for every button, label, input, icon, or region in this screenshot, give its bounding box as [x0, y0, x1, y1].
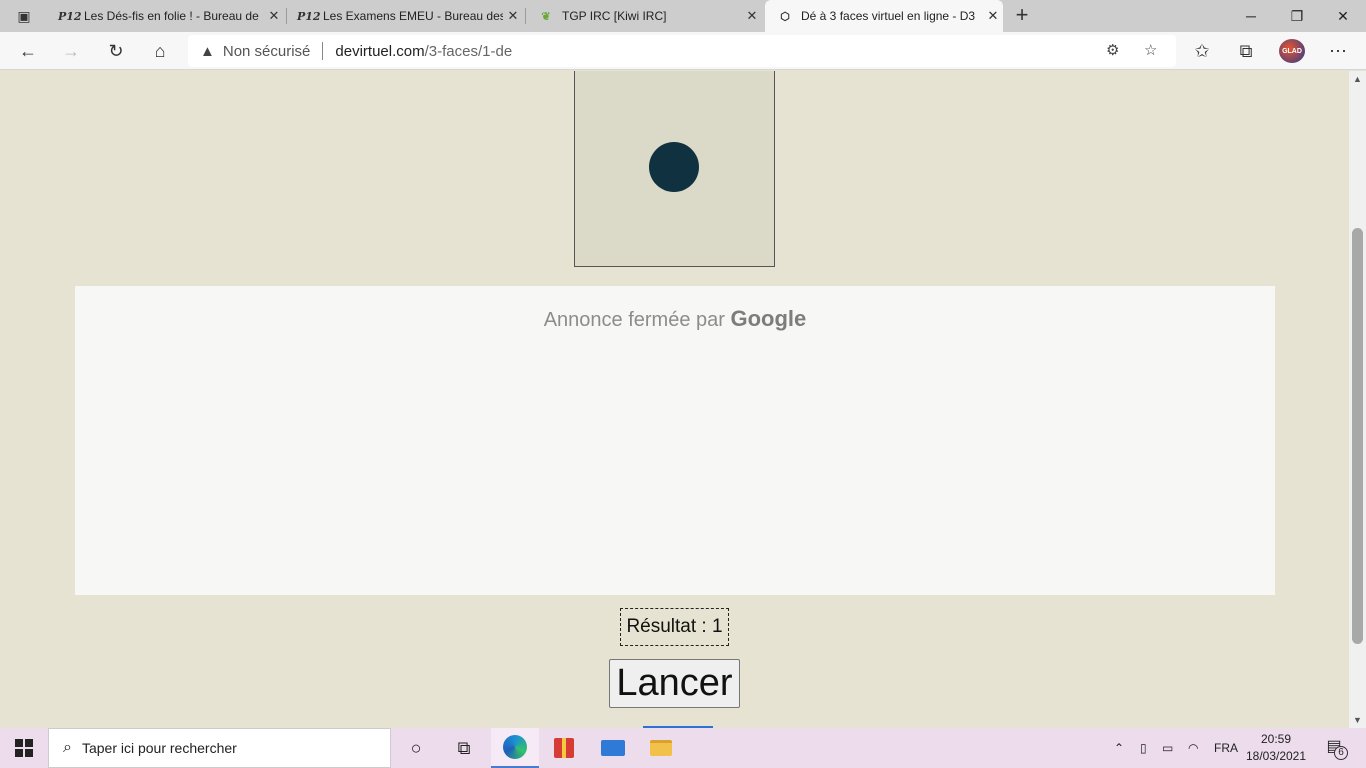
gift-icon — [554, 738, 574, 758]
cortana-icon[interactable]: ○ — [392, 728, 440, 768]
folder-icon — [650, 740, 672, 756]
notification-center[interactable]: ▤ 6 — [1320, 736, 1348, 760]
tab-strip: ▣ P12 Les Dés-fis en folie ! - Bureau de… — [0, 0, 1366, 32]
close-icon[interactable]: ✕ — [264, 8, 284, 24]
show-hidden-icons[interactable]: ⌃ — [1114, 728, 1124, 768]
mail-icon — [601, 740, 625, 756]
tab-title: Dé à 3 faces virtuel en ligne - D3 — [801, 9, 976, 23]
vertical-scrollbar[interactable]: ▲ ▼ — [1349, 71, 1366, 728]
taskbar-explorer[interactable] — [637, 728, 685, 768]
close-window-button[interactable]: ✕ — [1320, 0, 1366, 32]
windows-logo-icon — [15, 739, 33, 757]
leaf-icon: ❦ — [541, 9, 551, 23]
tab-des-fis[interactable]: P12 Les Dés-fis en folie ! - Bureau de ✕ — [48, 0, 284, 32]
tab-title: Les Examens EMEU - Bureau des — [323, 9, 503, 23]
more-options-icon[interactable]: ⋯ — [1324, 38, 1352, 64]
warning-icon[interactable]: ▲ — [200, 43, 215, 60]
scroll-thumb[interactable] — [1352, 228, 1363, 644]
add-favorite-icon[interactable]: ☆ — [1144, 41, 1157, 59]
die-pip — [649, 142, 699, 192]
address-divider — [322, 42, 324, 60]
new-tab-button[interactable]: + — [1010, 4, 1034, 28]
home-button[interactable]: ⌂ — [146, 38, 174, 64]
minimize-button[interactable]: ─ — [1228, 0, 1274, 32]
security-status[interactable]: Non sécurisé — [223, 43, 311, 60]
ad-container: Annonce fermée par Google — [75, 286, 1275, 595]
address-bar[interactable]: ▲ Non sécurisé devirtuel.com/3-faces/1-d… — [188, 35, 1176, 67]
taskbar: ⌕ Taper ici pour rechercher ○ ⧉ ⌃ ▯ ▭ ◠ … — [0, 728, 1366, 768]
tab-examens[interactable]: P12 Les Examens EMEU - Bureau des ✕ — [287, 0, 523, 32]
die-icon: ⬡ — [780, 9, 790, 23]
tab-title: Les Dés-fis en folie ! - Bureau de — [84, 9, 259, 23]
search-placeholder: Taper ici pour rechercher — [81, 740, 237, 756]
scroll-down-arrow[interactable]: ▼ — [1349, 712, 1366, 728]
scroll-up-arrow[interactable]: ▲ — [1349, 71, 1366, 87]
tab-favicon: P12 — [297, 9, 321, 23]
clock-date: 18/03/2021 — [1245, 749, 1307, 763]
close-icon[interactable]: ✕ — [742, 8, 762, 24]
restore-button[interactable]: ❐ — [1274, 0, 1320, 32]
language-indicator[interactable]: FRA — [1214, 728, 1238, 768]
tracking-prevention-icon[interactable]: ⚙ — [1106, 41, 1119, 59]
tab-favicon: P12 — [58, 9, 82, 23]
forward-button[interactable]: → — [57, 38, 85, 64]
close-icon[interactable]: ✕ — [983, 8, 1003, 24]
edge-icon — [503, 735, 527, 759]
taskbar-edge[interactable] — [491, 728, 539, 768]
profile-avatar[interactable]: GLAD — [1279, 39, 1305, 63]
roll-button[interactable]: Lancer — [609, 659, 740, 708]
clock-time: 20:59 — [1260, 732, 1292, 746]
result-display: Résultat : 1 — [620, 608, 729, 646]
battery-icon[interactable]: ▭ — [1162, 728, 1173, 768]
favorites-icon[interactable]: ✩ — [1188, 38, 1216, 64]
url-host: devirtuel.com — [335, 42, 425, 60]
device-icon[interactable]: ▯ — [1140, 728, 1147, 768]
die-face — [574, 71, 775, 267]
page-viewport: Annonce fermée par Google Résultat : 1 L… — [0, 71, 1349, 728]
wifi-icon[interactable]: ◠ — [1188, 728, 1198, 768]
task-view-icon[interactable]: ⧉ — [440, 728, 488, 768]
back-button[interactable]: ← — [14, 38, 42, 64]
refresh-button[interactable]: ↻ — [102, 38, 130, 64]
url-path: /3-faces/1-de — [424, 42, 513, 60]
google-logo: Google — [730, 306, 807, 331]
taskbar-gift[interactable] — [540, 728, 588, 768]
tab-de-3-faces[interactable]: ⬡ Dé à 3 faces virtuel en ligne - D3 ✕ — [765, 0, 1003, 32]
clock[interactable]: 20:59 18/03/2021 — [1244, 731, 1308, 765]
taskbar-mail[interactable] — [589, 728, 637, 768]
close-icon[interactable]: ✕ — [503, 8, 523, 24]
tab-actions-icon[interactable]: ▣ — [10, 6, 38, 26]
navigation-bar: ← → ↻ ⌂ ▲ Non sécurisé devirtuel.com/3-f… — [0, 32, 1366, 70]
ad-closed-label: Annonce fermée par — [543, 309, 725, 331]
ad-closed-message: Annonce fermée par Google — [75, 306, 1275, 332]
start-button[interactable] — [0, 728, 48, 768]
collections-icon[interactable]: ⧉ — [1232, 38, 1260, 64]
taskbar-search[interactable]: ⌕ Taper ici pour rechercher — [48, 728, 391, 768]
search-icon: ⌕ — [63, 739, 72, 756]
tab-title: TGP IRC [Kiwi IRC] — [562, 9, 667, 23]
tab-kiwi-irc[interactable]: ❦ TGP IRC [Kiwi IRC] ✕ — [526, 0, 762, 32]
notification-badge: 6 — [1334, 746, 1348, 760]
